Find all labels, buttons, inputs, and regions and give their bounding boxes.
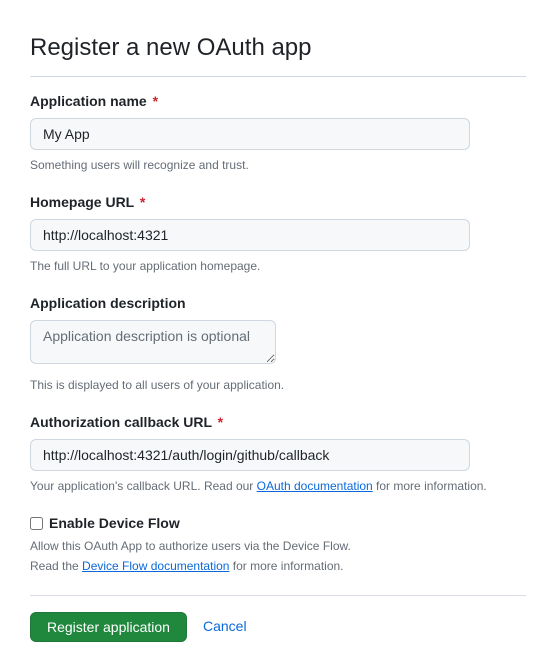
page-title: Register a new OAuth app [30, 30, 526, 77]
homepage-url-label: Homepage URL * [30, 192, 526, 213]
callback-url-label: Authorization callback URL * [30, 412, 526, 433]
label-text: Application name [30, 93, 147, 109]
application-description-hint: This is displayed to all users of your a… [30, 376, 526, 394]
homepage-url-input[interactable] [30, 219, 470, 251]
application-name-input[interactable] [30, 118, 470, 150]
register-application-button[interactable]: Register application [30, 612, 187, 642]
application-name-hint: Something users will recognize and trust… [30, 156, 526, 174]
application-description-input[interactable] [30, 320, 276, 364]
oauth-documentation-link[interactable]: OAuth documentation [257, 479, 373, 493]
field-application-name: Application name * Something users will … [30, 91, 526, 174]
label-text: Authorization callback URL [30, 414, 212, 430]
device-flow-documentation-link[interactable]: Device Flow documentation [82, 559, 229, 573]
form-actions: Register application Cancel [30, 612, 526, 642]
device-flow-checkbox[interactable] [30, 517, 43, 530]
label-text: Homepage URL [30, 194, 134, 210]
callback-url-hint: Your application's callback URL. Read ou… [30, 477, 526, 495]
hint-suffix: for more information. [373, 479, 487, 493]
desc-suffix: for more information. [229, 559, 343, 573]
application-name-label: Application name * [30, 91, 526, 112]
callback-url-input[interactable] [30, 439, 470, 471]
device-flow-desc: Allow this OAuth App to authorize users … [30, 536, 526, 577]
required-mark: * [216, 414, 223, 430]
desc-prefix: Read the [30, 559, 82, 573]
footer-divider [30, 595, 526, 596]
hint-prefix: Your application's callback URL. Read ou… [30, 479, 257, 493]
application-description-label: Application description [30, 293, 526, 314]
required-mark: * [151, 93, 158, 109]
field-callback-url: Authorization callback URL * Your applic… [30, 412, 526, 495]
device-flow-label: Enable Device Flow [49, 513, 180, 534]
required-mark: * [138, 194, 145, 210]
label-text: Application description [30, 295, 186, 311]
field-device-flow: Enable Device Flow Allow this OAuth App … [30, 513, 526, 577]
cancel-link[interactable]: Cancel [203, 616, 247, 637]
field-application-description: Application description This is displaye… [30, 293, 526, 394]
field-homepage-url: Homepage URL * The full URL to your appl… [30, 192, 526, 275]
homepage-url-hint: The full URL to your application homepag… [30, 257, 526, 275]
desc-line1: Allow this OAuth App to authorize users … [30, 539, 351, 553]
